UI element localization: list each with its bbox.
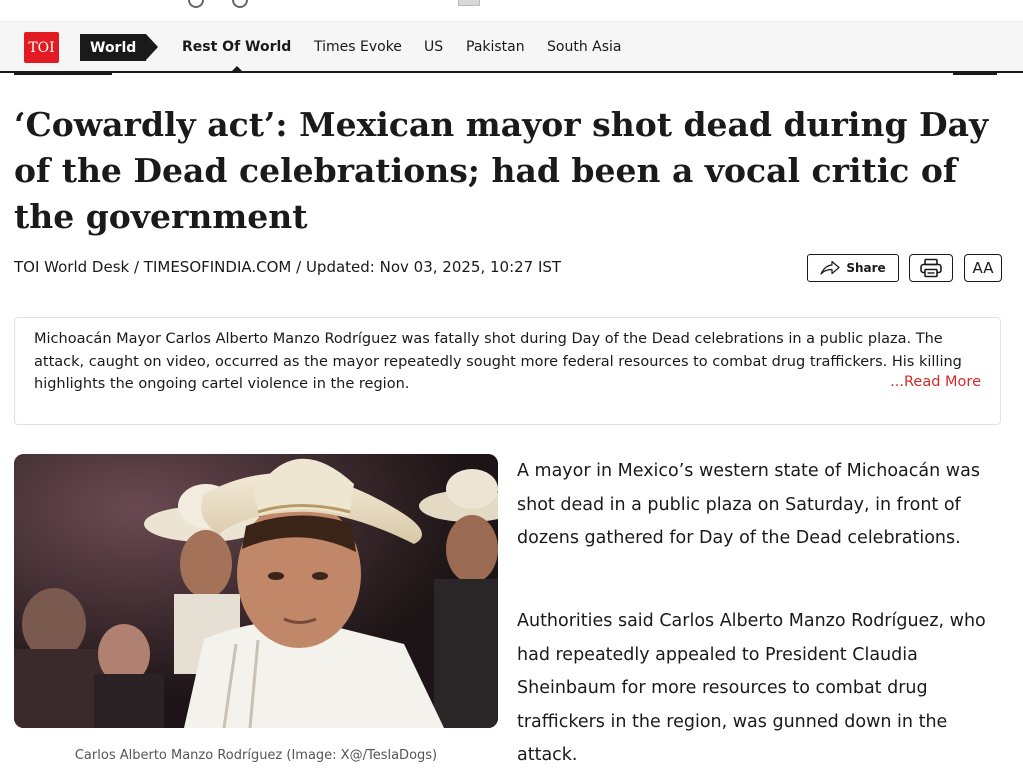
print-icon bbox=[920, 258, 942, 278]
article-byline: TOI World Desk / TIMESOFINDIA.COM / Upda… bbox=[14, 258, 562, 276]
print-button[interactable] bbox=[909, 254, 953, 282]
share-label: Share bbox=[846, 261, 886, 275]
font-size-button[interactable]: AA bbox=[964, 254, 1002, 282]
article-summary-box: Michoacán Mayor Carlos Alberto Manzo Rod… bbox=[14, 317, 1001, 425]
article-summary: Michoacán Mayor Carlos Alberto Manzo Rod… bbox=[34, 331, 962, 392]
article-headline: ‘Cowardly act’: Mexican mayor shot dead … bbox=[14, 105, 989, 236]
active-indicator bbox=[231, 66, 243, 72]
section-arrow-icon bbox=[146, 34, 158, 60]
nav-item-us[interactable]: US bbox=[424, 39, 443, 55]
section-label-text: World bbox=[90, 39, 137, 56]
toi-logo[interactable]: TOI bbox=[24, 32, 59, 63]
image-caption: Carlos Alberto Manzo Rodríguez (Image: X… bbox=[74, 748, 438, 763]
mayor-photo bbox=[14, 454, 498, 728]
top-partial-bar bbox=[0, 0, 1023, 22]
nav-item-times-evoke[interactable]: Times Evoke bbox=[314, 39, 402, 55]
article-paragraph: Authorities said Carlos Alberto Manzo Ro… bbox=[517, 611, 986, 765]
divider bbox=[14, 73, 112, 75]
thumbnail-icon bbox=[458, 0, 480, 6]
nav-item-pakistan[interactable]: Pakistan bbox=[466, 39, 525, 55]
article-paragraph: A mayor in Mexico’s western state of Mic… bbox=[517, 461, 980, 548]
share-icon bbox=[820, 260, 840, 275]
circle-icon bbox=[232, 0, 248, 8]
read-more-link[interactable]: ...Read More bbox=[890, 374, 981, 390]
section-label-world[interactable]: World bbox=[80, 34, 158, 61]
nav-item-rest-of-world[interactable]: Rest Of World bbox=[182, 39, 291, 55]
section-nav: TOI World Rest Of World Times Evoke US P… bbox=[0, 22, 1023, 75]
circle-icon bbox=[188, 0, 204, 8]
article-image[interactable] bbox=[14, 454, 498, 728]
share-button[interactable]: Share bbox=[807, 254, 899, 282]
nav-item-south-asia[interactable]: South Asia bbox=[547, 39, 621, 55]
divider bbox=[953, 73, 997, 75]
